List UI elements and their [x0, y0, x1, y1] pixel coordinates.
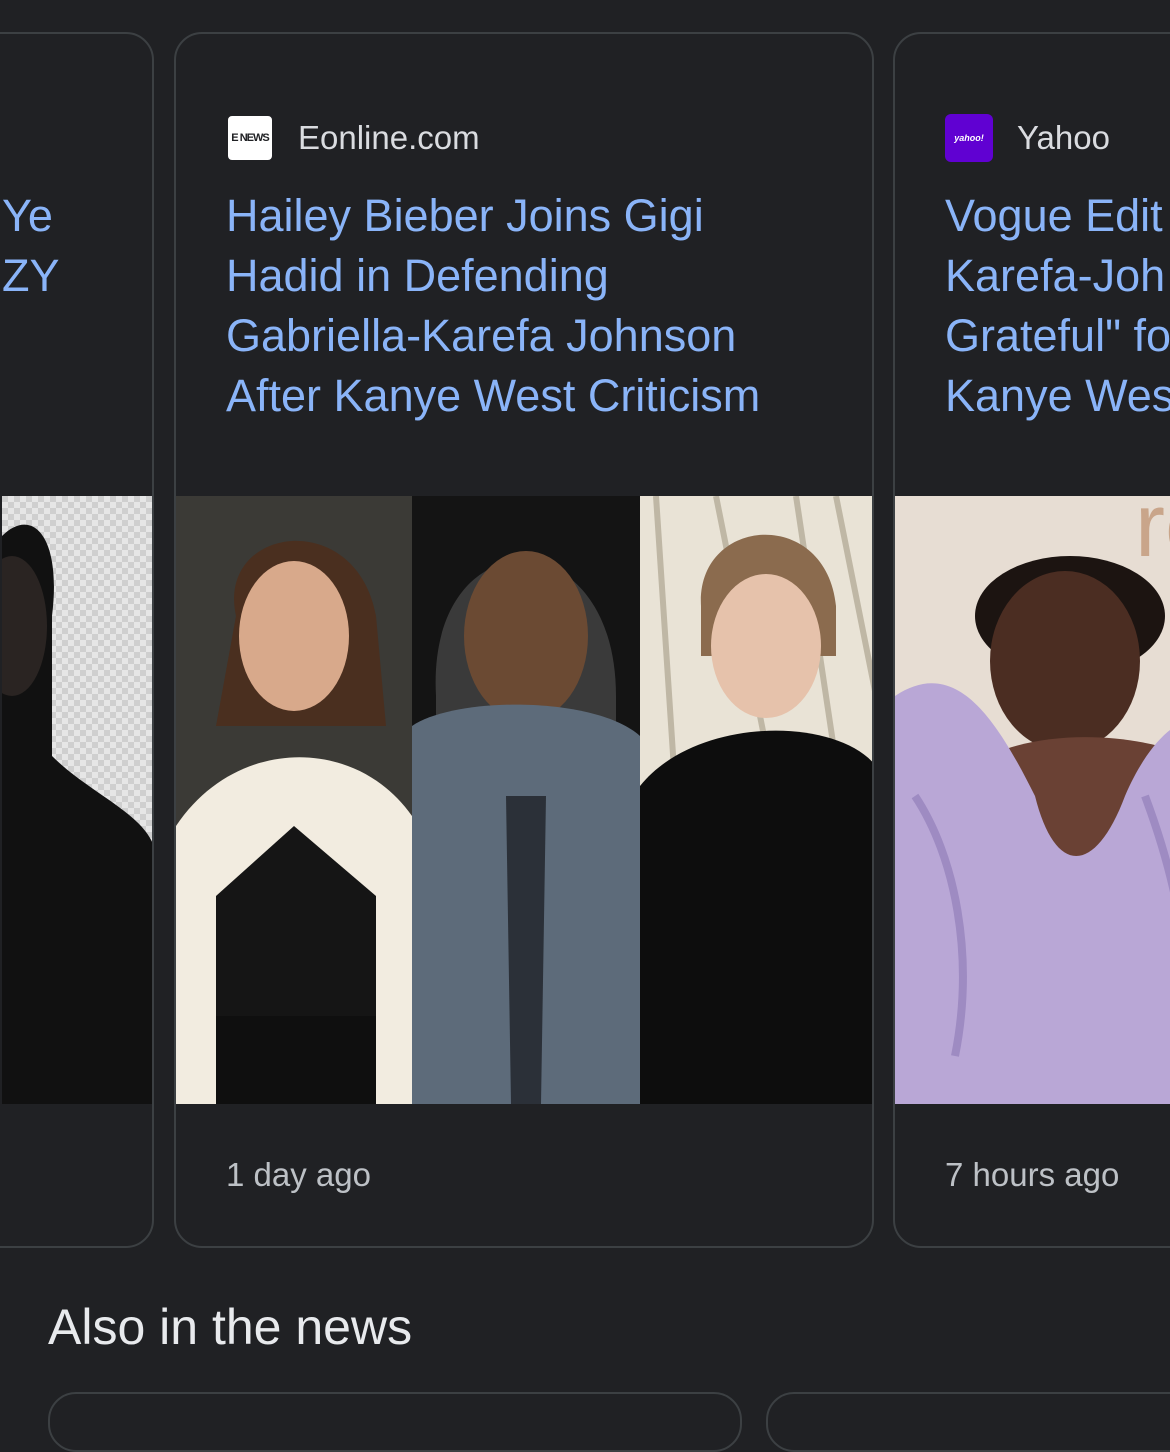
news-card-bottom-peek[interactable] — [766, 1392, 1170, 1452]
news-card[interactable]: E NEWS Eonline.com Hailey Bieber Joins G… — [174, 32, 874, 1248]
thumbnail-three-portraits — [176, 496, 872, 1104]
news-card-bottom-peek[interactable] — [48, 1392, 742, 1452]
section-title: Also in the news — [48, 1299, 413, 1355]
news-headline[interactable]: Ye ZY — [2, 186, 152, 306]
news-headline[interactable]: Vogue Edit Karefa-Joh Grateful" fo Kanye… — [945, 186, 1170, 426]
news-source: yahoo! Yahoo — [945, 112, 1110, 164]
news-source: E NEWS Eonline.com — [226, 112, 480, 164]
news-timestamp: 7 hours ago — [945, 1156, 1120, 1193]
news-headline[interactable]: Hailey Bieber Joins Gigi Hadid in Defend… — [226, 186, 760, 426]
news-card-partial-right[interactable]: yahoo! Yahoo Vogue Edit Karefa-Joh Grate… — [893, 32, 1170, 1248]
thumbnail-hooded-figure — [2, 496, 152, 1104]
news-thumbnail[interactable] — [2, 496, 152, 1104]
svg-text:re: re — [1135, 496, 1170, 576]
source-name: Yahoo — [1017, 119, 1110, 156]
yahoo-logo-icon: yahoo! — [945, 114, 993, 162]
news-thumbnail[interactable]: re — [895, 496, 1170, 1104]
news-timestamp: 1 day ago — [226, 1156, 371, 1193]
news-card-partial-left[interactable]: Ye ZY — [0, 32, 154, 1248]
thumbnail-portrait-lavender-dress: re — [895, 496, 1170, 1104]
eonline-logo-icon: E NEWS — [226, 114, 274, 162]
source-name: Eonline.com — [298, 119, 480, 156]
news-thumbnail[interactable] — [176, 496, 872, 1104]
